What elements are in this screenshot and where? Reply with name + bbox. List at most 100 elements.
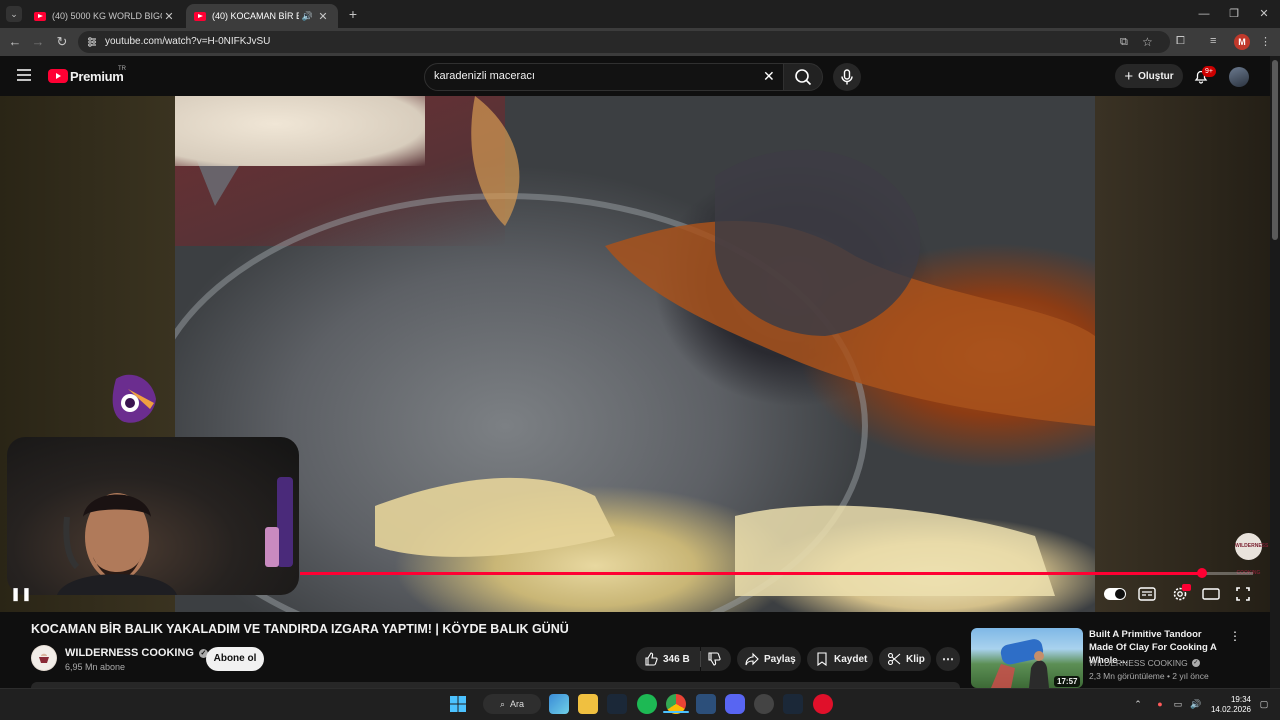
country-code: TR	[118, 66, 126, 72]
search-query[interactable]: karadenizli maceracı	[434, 70, 535, 82]
subscribe-button[interactable]: Abone ol	[206, 647, 264, 671]
create-label: Oluştur	[1138, 70, 1174, 82]
restore-button[interactable]: ❐	[1221, 5, 1247, 23]
channel-name-row[interactable]: WILDERNESS COOKING ✓	[65, 647, 208, 659]
video-title: KOCAMAN BİR BALIK YAKALADIM VE TANDIRDA …	[31, 622, 569, 636]
network-icon[interactable]: ▭	[1172, 698, 1184, 710]
minimize-button[interactable]: —	[1191, 5, 1217, 23]
chrome-active-indicator	[663, 711, 689, 713]
channel-avatar[interactable]	[31, 645, 57, 671]
close-icon[interactable]: ✕	[316, 10, 330, 23]
discord-icon[interactable]	[725, 694, 745, 714]
save-label: Kaydet	[834, 653, 868, 665]
reading-list-icon[interactable]: ≡	[1210, 35, 1216, 47]
like-count: 346 B	[663, 653, 690, 665]
save-button[interactable]: Kaydet	[807, 647, 873, 671]
recording-app-icon[interactable]	[813, 694, 833, 714]
volume-icon[interactable]: 🔊	[1190, 698, 1202, 710]
subtitles-icon[interactable]	[1136, 585, 1158, 603]
recommendation-channel[interactable]: WILDERNESS COOKING	[1089, 658, 1188, 668]
share-button[interactable]: Paylaş	[737, 647, 801, 671]
browser-menu-icon[interactable]: ⋮	[1260, 35, 1271, 48]
profile-avatar[interactable]: M	[1234, 34, 1250, 50]
share-icon	[745, 652, 759, 666]
notification-badge: 9+	[1202, 66, 1216, 77]
verified-badge-icon: ✓	[1191, 659, 1200, 667]
taskbar-search-button[interactable]: ⌕ Ara	[483, 694, 541, 714]
steam-icon[interactable]	[607, 694, 627, 714]
account-avatar[interactable]	[1229, 67, 1249, 87]
close-icon[interactable]: ✕	[162, 10, 176, 23]
hd-badge	[1182, 584, 1191, 591]
recommendation-duration: 17:57	[1054, 676, 1081, 687]
clock-time[interactable]: 19:34	[1221, 695, 1251, 704]
extensions-icon[interactable]: ⧠	[1176, 35, 1185, 48]
tab-world-biggest[interactable]: (40) 5000 KG WORLD BIGGEST T ✕	[26, 4, 184, 28]
autoplay-toggle-knob	[1115, 589, 1125, 599]
autoplay-toggle[interactable]	[1104, 588, 1126, 600]
spotify-icon[interactable]	[637, 694, 657, 714]
create-button[interactable]: + Oluştur	[1115, 64, 1183, 88]
thumbs-up-icon	[645, 652, 658, 666]
clip-button[interactable]: Klip	[879, 647, 931, 671]
channel-watermark[interactable]: WILDERNESS COOKING	[1235, 533, 1268, 576]
taskbar-search-label: Ara	[510, 699, 525, 709]
video-frame[interactable]	[175, 96, 1095, 612]
thumbs-down-icon	[708, 652, 721, 666]
file-explorer-icon[interactable]	[578, 694, 598, 714]
site-info-icon[interactable]	[86, 36, 98, 48]
tray-expand-icon[interactable]: ⌃	[1132, 698, 1144, 710]
streamer-webcam-overlay	[7, 437, 299, 595]
app-icon-2[interactable]	[754, 694, 774, 714]
youtube-favicon-icon	[194, 11, 206, 21]
back-button[interactable]: ←	[4, 31, 26, 53]
notifications-center-icon[interactable]: ▢	[1258, 698, 1270, 710]
url-text[interactable]: youtube.com/watch?v=H-0NIFKJvSU	[105, 36, 270, 47]
dislike-button[interactable]	[701, 647, 731, 671]
youtube-logo-icon[interactable]	[48, 69, 68, 83]
subscriber-count: 6,95 Mn abone	[65, 662, 126, 672]
cast-icon[interactable]: ⧉	[1120, 36, 1128, 49]
audio-playing-icon[interactable]: 🔊	[302, 11, 313, 22]
progress-bar-played	[300, 572, 1202, 575]
streamer-mascot-icon	[110, 369, 158, 427]
scissors-icon	[887, 652, 901, 666]
clip-label: Klip	[906, 653, 925, 665]
recommendation-channel-row[interactable]: WILDERNESS COOKING ✓	[1089, 658, 1200, 668]
fullscreen-icon[interactable]	[1232, 585, 1254, 603]
search-button[interactable]	[783, 63, 823, 91]
like-button[interactable]: 346 B	[636, 647, 700, 671]
hamburger-menu-icon[interactable]	[17, 69, 31, 81]
bookmark-icon	[817, 652, 827, 666]
bookmark-star-icon[interactable]: ☆	[1142, 35, 1153, 49]
clock-date[interactable]: 14.02.2026	[1205, 705, 1251, 714]
tab-title: (40) 5000 KG WORLD BIGGEST T	[52, 11, 162, 21]
tab-search-button[interactable]: ⌄	[6, 6, 22, 22]
scrollbar-thumb[interactable]	[1272, 60, 1278, 240]
more-actions-icon[interactable]: ⋯	[936, 647, 960, 671]
store-icon[interactable]	[549, 694, 569, 714]
voice-search-button[interactable]	[833, 63, 861, 91]
channel-name[interactable]: WILDERNESS COOKING	[65, 647, 194, 659]
search-icon: ⌕	[499, 698, 506, 709]
microphone-icon[interactable]: ●	[1154, 698, 1166, 710]
share-label: Paylaş	[764, 653, 796, 665]
recommendation-menu-icon[interactable]: ⋮	[1229, 629, 1241, 643]
steam-icon-2[interactable]	[783, 694, 803, 714]
youtube-favicon-icon	[34, 11, 46, 21]
window-close-button[interactable]: ✕	[1251, 5, 1277, 23]
youtube-logo-text[interactable]: Premium	[70, 69, 124, 84]
forward-button[interactable]: →	[27, 31, 49, 53]
recommendation-meta: 2,3 Mn görüntüleme • 2 yıl önce	[1089, 671, 1209, 681]
windows-start-icon[interactable]	[450, 696, 466, 712]
tab-title: (40) KOCAMAN BİR BALIK Y	[212, 11, 299, 21]
video-scene	[175, 96, 1095, 612]
app-icon[interactable]	[696, 694, 716, 714]
reload-button[interactable]: ↻	[51, 31, 73, 53]
clear-search-icon[interactable]: ✕	[763, 68, 775, 85]
new-tab-button[interactable]: +	[345, 6, 361, 22]
tab-kocaman-balik[interactable]: (40) KOCAMAN BİR BALIK Y 🔊 ✕	[186, 4, 338, 28]
progress-scrubber-handle[interactable]	[1197, 568, 1207, 578]
pause-icon[interactable]: ❚❚	[10, 585, 32, 603]
theater-mode-icon[interactable]	[1200, 585, 1222, 603]
